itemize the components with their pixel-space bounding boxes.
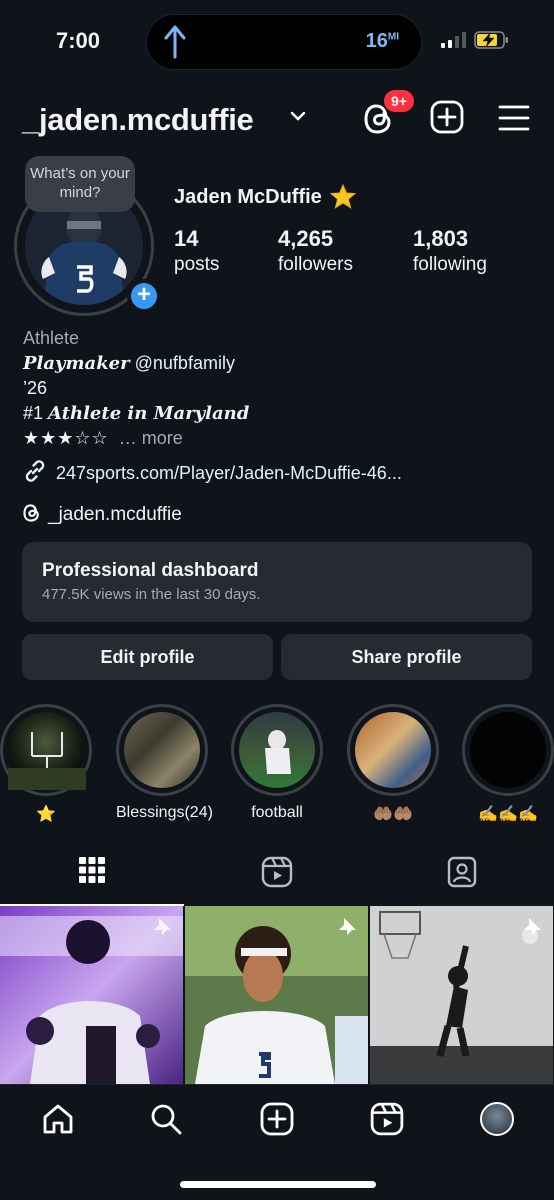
highlight-label: 🤲🏽🤲🏽	[373, 806, 413, 823]
post-thumbnail[interactable]	[185, 906, 368, 1084]
navigation-arrow-icon	[164, 25, 186, 59]
bio-more-link[interactable]: more	[142, 428, 183, 448]
edit-profile-button[interactable]: Edit profile	[22, 634, 273, 680]
menu-icon[interactable]	[498, 104, 530, 132]
reels-nav-icon	[370, 1102, 404, 1136]
nav-reels[interactable]	[367, 1099, 407, 1139]
bio-line-2: ’26	[23, 378, 48, 398]
reels-icon	[261, 856, 293, 888]
display-name: Jaden McDuffie	[174, 186, 322, 208]
profile-bio: Athlete Playmaker @nufbfamily ’26 #1 Ath…	[23, 326, 249, 451]
threads-profile-link[interactable]: _jaden.mcduffie	[22, 502, 182, 526]
star-emoji-icon	[329, 183, 357, 209]
create-post-icon[interactable]	[430, 100, 464, 134]
stat-followers-value: 4,265	[278, 226, 334, 251]
nav-create[interactable]	[257, 1099, 297, 1139]
highlight-cover	[124, 712, 200, 788]
status-bar: 7:00 16MI	[0, 0, 554, 84]
notification-badge: 9+	[384, 90, 414, 112]
home-indicator	[180, 1181, 376, 1188]
bottom-navigation	[0, 1084, 554, 1200]
post-thumbnail[interactable]	[370, 906, 553, 1084]
search-icon	[151, 1104, 182, 1135]
bio-link-text: 247sports.com/Player/Jaden-McDuffie-46..…	[56, 463, 402, 483]
status-time: 7:00	[56, 28, 101, 53]
highlight-cover	[470, 712, 546, 788]
home-icon	[43, 1104, 73, 1134]
tab-posts-grid[interactable]	[0, 846, 184, 906]
highlight-label: ⭐	[36, 806, 56, 823]
dashboard-subtitle: 477.5K views in the last 30 days.	[42, 586, 261, 603]
post-thumbnail[interactable]	[0, 906, 183, 1084]
tab-tagged[interactable]	[370, 846, 554, 906]
highlight-writing[interactable]: ✍️✍️✍️	[462, 704, 554, 824]
threads-handle-text: _jaden.mcduffie	[48, 504, 182, 525]
stat-followers[interactable]: 4,265 followers	[278, 226, 353, 276]
stat-posts[interactable]: 14 posts	[174, 226, 219, 276]
professional-dashboard[interactable]: Professional dashboard 477.5K views in t…	[22, 542, 532, 622]
stat-followers-label: followers	[278, 254, 353, 275]
nav-home[interactable]	[38, 1099, 78, 1139]
profile-header: _jaden.mcduffie 9+	[0, 90, 554, 148]
stat-following-label: following	[413, 254, 487, 275]
chevron-down-icon[interactable]	[290, 110, 306, 122]
create-icon	[260, 1102, 294, 1136]
dashboard-title: Professional dashboard	[42, 560, 259, 581]
bio-external-link[interactable]: 247sports.com/Player/Jaden-McDuffie-46..…	[22, 458, 402, 484]
grid-icon	[79, 857, 105, 883]
add-story-button[interactable]: +	[127, 279, 161, 313]
bio-line-1: Playmaker @nufbfamily	[23, 351, 249, 376]
battery-charging-icon	[474, 31, 508, 49]
share-profile-button[interactable]: Share profile	[281, 634, 532, 680]
pin-icon	[339, 918, 356, 935]
pin-icon	[154, 918, 171, 935]
threads-small-icon	[23, 504, 39, 522]
highlight-cover	[8, 712, 86, 790]
link-icon	[25, 460, 45, 482]
tagged-person-icon	[447, 856, 477, 888]
highlight-label: Blessings(24)	[116, 804, 213, 821]
highlight-cover	[239, 712, 315, 788]
nav-profile[interactable]	[477, 1099, 517, 1139]
profile-avatar-small	[480, 1102, 514, 1136]
bio-hashtag: #1	[23, 403, 44, 423]
highlight-cover	[355, 712, 431, 788]
dynamic-island[interactable]: 16MI	[146, 14, 422, 70]
bio-script-text-2: Athlete in Maryland	[48, 403, 250, 424]
pin-icon	[524, 918, 541, 935]
account-switcher[interactable]: _jaden.mcduffie	[22, 102, 254, 138]
bio-mention-link[interactable]: @nufbfamily	[135, 353, 235, 373]
highlight-label: football	[251, 804, 303, 821]
bio-script-text: Playmaker	[23, 353, 130, 374]
highlight-star[interactable]: ⭐	[0, 704, 92, 824]
notes-bubble[interactable]: What’s on your mind?	[25, 156, 135, 212]
bio-line-4: ★★★☆☆ … more	[23, 428, 183, 448]
cellular-signal-icon	[441, 32, 466, 48]
stat-posts-value: 14	[174, 226, 199, 251]
posts-grid	[0, 906, 554, 1084]
profile-tabs	[0, 846, 554, 906]
navigation-distance: 16MI	[365, 30, 399, 52]
stat-following[interactable]: 1,803 following	[413, 226, 487, 276]
highlight-prayer[interactable]: 🤲🏽🤲🏽	[347, 704, 439, 824]
highlight-label: ✍️✍️✍️	[478, 806, 538, 823]
stat-posts-label: posts	[174, 254, 220, 275]
bio-category: Athlete	[23, 328, 80, 348]
highlight-blessings[interactable]: Blessings(24)	[116, 704, 213, 822]
bio-rating-stars: ★★★☆☆	[23, 428, 109, 448]
stat-following-value: 1,803	[413, 226, 469, 251]
highlight-football[interactable]: football	[231, 704, 323, 822]
bio-line-3: #1 Athlete in Maryland	[23, 401, 249, 426]
nav-search[interactable]	[146, 1099, 186, 1139]
tab-reels[interactable]	[185, 846, 369, 906]
